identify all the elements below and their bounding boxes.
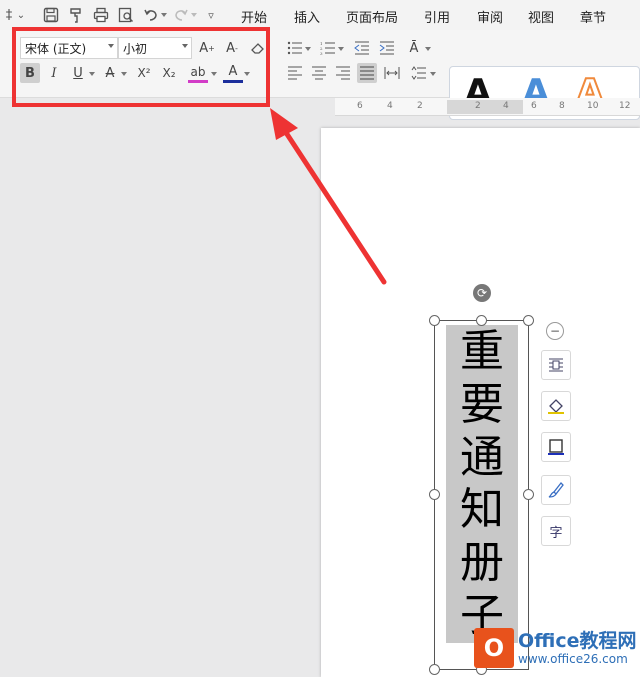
- resize-handle-top[interactable]: [476, 315, 487, 326]
- text-effects-icon[interactable]: 字: [541, 516, 571, 546]
- office-logo-icon: O: [474, 628, 514, 668]
- annotation-arrow: [270, 108, 387, 285]
- resize-handle-top-right[interactable]: [523, 315, 534, 326]
- text-char: 通: [460, 431, 504, 483]
- collapse-toolbar-icon[interactable]: −: [546, 322, 564, 340]
- watermark-url: www.office26.com: [518, 652, 628, 666]
- resize-handle-top-left[interactable]: [429, 315, 440, 326]
- text-char: 知: [460, 484, 504, 536]
- text-char: 重: [460, 326, 504, 377]
- watermark-title: Office教程网: [518, 630, 637, 652]
- watermark: O Office教程网 www.office26.com: [474, 628, 637, 668]
- vertical-text[interactable]: 重 要 通 知 册 子: [446, 325, 518, 643]
- rotate-handle-icon[interactable]: ⟳: [473, 284, 491, 302]
- text-char: 册: [460, 537, 504, 589]
- brush-icon[interactable]: [541, 475, 571, 505]
- resize-handle-bottom-left[interactable]: [429, 664, 440, 675]
- layout-options-icon[interactable]: [541, 350, 571, 380]
- text-char: 要: [460, 378, 504, 430]
- shape-outline-icon[interactable]: [541, 432, 571, 462]
- shape-fill-icon[interactable]: [541, 391, 571, 421]
- resize-handle-right[interactable]: [523, 489, 534, 500]
- resize-handle-left[interactable]: [429, 489, 440, 500]
